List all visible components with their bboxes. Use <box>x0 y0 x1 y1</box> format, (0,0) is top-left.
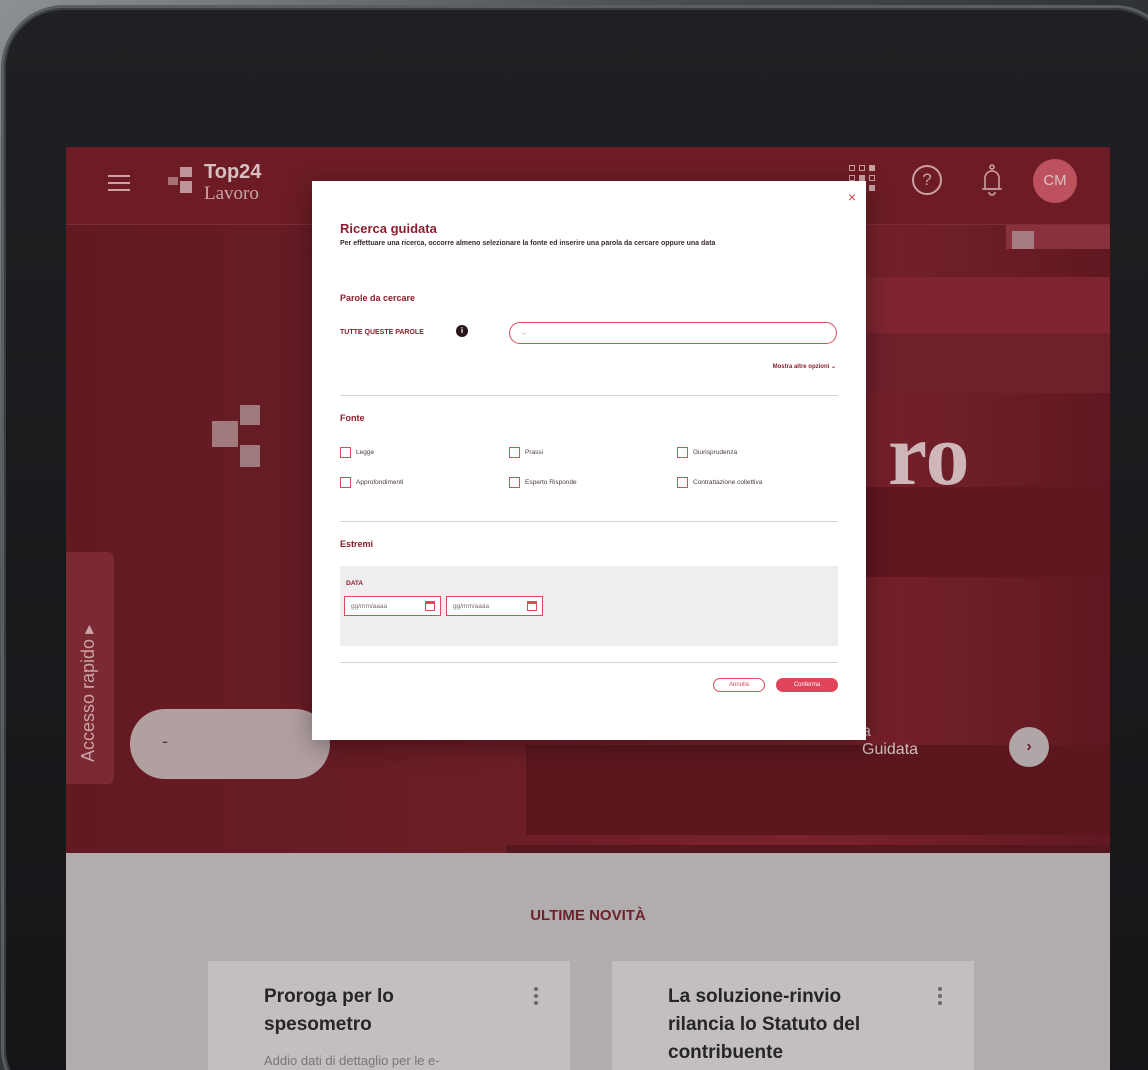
date-from-placeholder: gg/mm/aaaa <box>351 603 388 610</box>
checkbox-label: Giurisprudenza <box>693 449 738 456</box>
guided-search-dialog: × Ricerca guidata Per effettuare una ric… <box>312 181 866 740</box>
source-section-title: Fonte <box>340 413 365 423</box>
info-icon[interactable]: i <box>456 325 468 337</box>
checkbox-box[interactable] <box>677 477 688 488</box>
date-panel: DATA gg/mm/aaaa gg/mm/aaaa <box>340 566 838 646</box>
date-from-input[interactable]: gg/mm/aaaa <box>344 596 441 616</box>
checkbox-box[interactable] <box>340 447 351 458</box>
checkbox-label: Contrattazione collettiva <box>693 479 763 486</box>
checkbox-label: Approfondimenti <box>356 479 404 486</box>
divider <box>340 521 838 522</box>
date-to-placeholder: gg/mm/aaaa <box>453 603 490 610</box>
extremes-section-title: Estremi <box>340 539 374 549</box>
checkbox-box[interactable] <box>509 447 520 458</box>
confirm-button[interactable]: Conferma <box>776 678 838 692</box>
calendar-icon[interactable] <box>527 601 537 611</box>
divider <box>340 662 838 663</box>
checkbox-label: Prassi <box>525 449 544 456</box>
app-screen: Top24 Lavoro ? CM ro Accesso rapido ▸ - … <box>66 147 1110 1070</box>
checkbox-box[interactable] <box>509 477 520 488</box>
words-section-title: Parole da cercare <box>340 293 416 303</box>
divider <box>340 395 838 396</box>
dialog-subtitle: Per effettuare una ricerca, occorre alme… <box>340 240 716 247</box>
all-words-input[interactable] <box>509 322 837 344</box>
checkbox-label: Esperto Risponde <box>525 479 577 486</box>
checkbox-label: Legge <box>356 449 375 456</box>
checkbox-box[interactable] <box>340 477 351 488</box>
dialog-title: Ricerca guidata <box>340 221 437 236</box>
date-to-input[interactable]: gg/mm/aaaa <box>446 596 543 616</box>
close-icon[interactable]: × <box>848 189 856 205</box>
all-words-label: TUTTE QUESTE PAROLE <box>340 329 424 336</box>
checkbox-box[interactable] <box>677 447 688 458</box>
more-options-link[interactable]: Mostra altre opzioni ⌄ <box>773 363 836 370</box>
date-label: DATA <box>346 580 364 587</box>
calendar-icon[interactable] <box>425 601 435 611</box>
cancel-button[interactable]: Annulla <box>713 678 765 692</box>
